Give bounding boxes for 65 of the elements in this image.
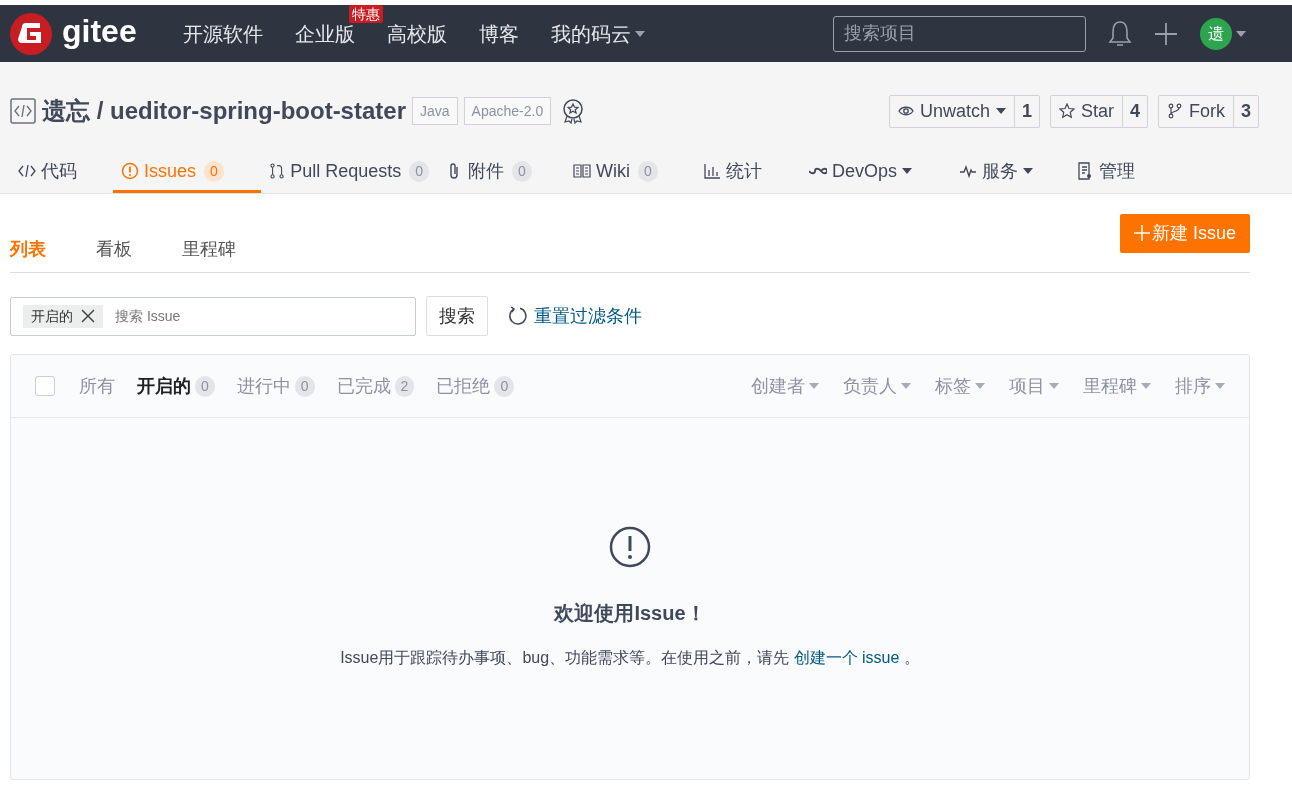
empty-description: Issue用于跟踪待办事项、bug、功能需求等。在使用之前，请先 创建一个 issue 。 xyxy=(340,648,920,668)
code-icon xyxy=(18,162,36,180)
tab[interactable]: Pull Requests 0 xyxy=(261,158,437,193)
view-tab[interactable]: 看板 xyxy=(96,236,132,263)
count-badge: 0 xyxy=(638,160,658,182)
plus-icon[interactable] xyxy=(1154,21,1178,46)
logo-icon[interactable] xyxy=(10,12,52,55)
search-button[interactable]: 搜索 xyxy=(426,296,488,336)
search-input[interactable]: 搜索 Issue xyxy=(115,305,375,327)
star-count[interactable]: 4 xyxy=(1121,95,1147,127)
search-field[interactable]: 搜索项目 xyxy=(833,15,1086,52)
merge-icon xyxy=(269,162,286,180)
repo-title[interactable]: 遗忘 / ueditor-spring-boot-stater xyxy=(42,93,406,129)
tab[interactable]: 服务 xyxy=(951,158,1068,193)
nav-link[interactable]: 开源软件 xyxy=(182,18,263,49)
search-field[interactable]: 开启的 搜索 Issue xyxy=(10,296,416,336)
count-badge: 2 xyxy=(394,375,415,397)
watch-count[interactable]: 1 xyxy=(1013,95,1039,127)
document-icon xyxy=(1076,162,1094,180)
bar-chart-icon xyxy=(703,162,721,180)
empty-title: 欢迎使用Issue！ xyxy=(554,601,706,626)
tab[interactable]: 附件 0 xyxy=(437,158,565,193)
tab[interactable]: DevOps xyxy=(801,158,951,193)
caret-icon xyxy=(809,383,819,389)
caret-icon xyxy=(1215,383,1225,389)
count-badge: 0 xyxy=(294,375,315,397)
caret-icon xyxy=(1049,383,1059,389)
alert-icon xyxy=(121,162,139,180)
watch-button[interactable]: Unwatch xyxy=(889,95,1014,127)
caret-icon xyxy=(1141,383,1151,389)
create-issue-link[interactable]: 创建一个 issue xyxy=(793,649,900,666)
award-icon[interactable] xyxy=(561,98,586,124)
nav-link[interactable]: 博客 xyxy=(478,18,519,49)
view-tab[interactable]: 里程碑 xyxy=(182,236,236,263)
code-icon xyxy=(10,98,36,124)
count-badge: 0 xyxy=(195,375,215,397)
caret-icon xyxy=(901,383,911,389)
select-all-checkbox[interactable] xyxy=(35,376,55,396)
tab[interactable]: 统计 xyxy=(695,158,801,193)
refresh-icon[interactable] xyxy=(508,306,528,326)
logo-text[interactable]: gitee xyxy=(62,14,137,47)
caret-icon[interactable] xyxy=(1236,30,1246,37)
alert-icon xyxy=(609,526,651,568)
bell-icon[interactable] xyxy=(1108,19,1132,48)
count-badge: 0 xyxy=(409,160,429,182)
book-icon xyxy=(573,162,591,180)
reset-filter-link[interactable]: 重置过滤条件 xyxy=(534,302,642,330)
count-badge: 0 xyxy=(494,375,515,397)
fork-count[interactable]: 3 xyxy=(1233,95,1258,127)
tab[interactable]: Wiki 0 xyxy=(565,158,695,193)
fork-button[interactable]: Fork xyxy=(1159,95,1233,127)
plus-icon xyxy=(1133,225,1150,241)
star-icon xyxy=(1058,103,1075,119)
count-badge: 0 xyxy=(512,160,532,182)
nav-link[interactable]: 高校版 xyxy=(386,18,447,49)
state-filter[interactable]: 开启的 0 xyxy=(137,372,215,400)
fork-icon xyxy=(1167,103,1183,119)
tab[interactable]: 管理 xyxy=(1068,158,1143,193)
star-button[interactable]: Star xyxy=(1050,95,1122,127)
caret-icon xyxy=(975,383,985,389)
nav-link[interactable]: 我的码云 xyxy=(550,18,645,49)
filter-chip[interactable]: 开启的 xyxy=(23,304,103,328)
close-icon[interactable] xyxy=(81,309,95,323)
count-badge: 0 xyxy=(204,160,224,182)
tab[interactable]: 代码 xyxy=(10,158,113,193)
